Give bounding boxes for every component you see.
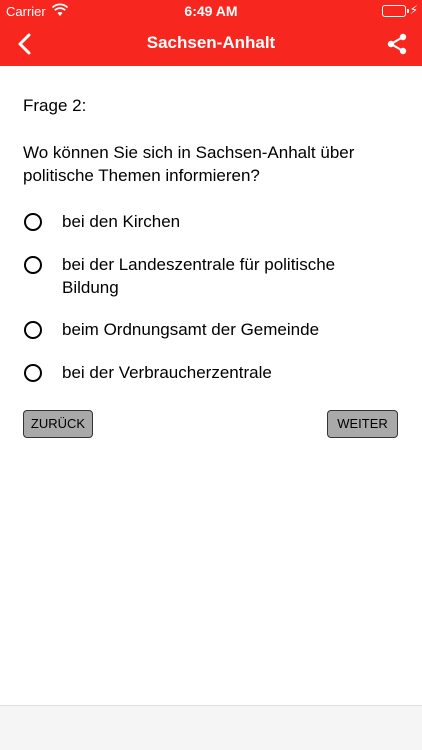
answer-text: bei der Landeszentrale für politische Bi… [62, 255, 336, 297]
radio-button[interactable] [24, 364, 42, 382]
nav-title: Sachsen-Anhalt [146, 33, 276, 52]
bottom-bar [0, 705, 422, 750]
question-label: Frage 2: [23, 96, 87, 115]
answer-text: bei den Kirchen [62, 212, 181, 231]
status-time: 6:49 AM [184, 3, 238, 19]
radio-button[interactable] [24, 213, 42, 231]
radio-button[interactable] [24, 256, 42, 274]
question-text: Wo können Sie sich in Sachsen-Anhalt übe… [23, 143, 355, 185]
share-icon [387, 33, 407, 55]
navigation-bar: Sachsen-Anhalt [0, 22, 422, 66]
weiter-button[interactable]: WEITER [327, 410, 398, 438]
answer-text: bei der Verbraucherzentrale [62, 363, 272, 382]
status-bar: Carrier 6:49 AM ⚡ [0, 0, 422, 22]
share-button[interactable] [384, 31, 410, 57]
battery-icon [382, 5, 409, 17]
radio-button[interactable] [24, 321, 42, 339]
zurueck-button[interactable]: ZURÜCK [23, 410, 93, 438]
charging-icon: ⚡ [409, 3, 418, 17]
answer-text: beim Ordnungsamt der Gemeinde [62, 320, 320, 339]
